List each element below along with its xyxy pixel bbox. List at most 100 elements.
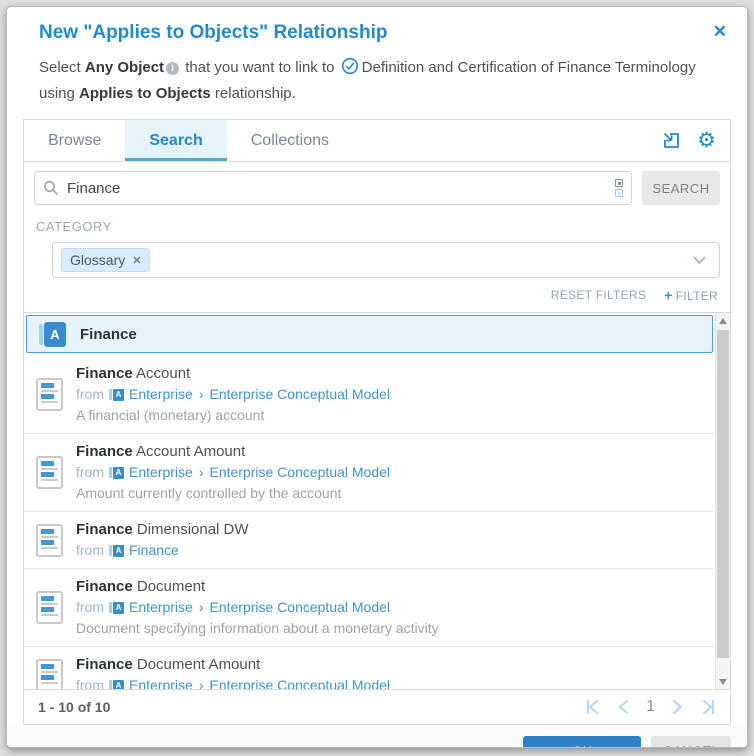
result-row[interactable]: Finance AccountfromAEnterprise›Enterpris… [24,356,715,434]
chip-remove-icon[interactable]: ✕ [132,254,141,267]
breadcrumb-link[interactable]: Enterprise Conceptual Model [209,675,390,689]
results-list: AFinanceFinance AccountfromAEnterprise›E… [24,315,715,689]
result-row[interactable]: Finance Document Amountfrom A Enterprise › E… [24,647,715,689]
category-chip-label: Glossary [70,252,125,268]
scroll-down-icon[interactable] [716,674,730,689]
first-page-icon[interactable] [585,699,600,715]
dialog-title: New "Applies to Objects" Relationship [39,22,387,44]
glossary-mini-icon: A [109,545,124,557]
term-document-icon [36,378,63,411]
breadcrumb-separator: › [198,597,205,618]
tab-bar: Browse Search Collections ⚙ [24,120,730,162]
tab-collections[interactable]: Collections [227,120,353,161]
result-breadcrumb: fromAEnterprise›Enterprise Conceptual Mo… [76,384,390,405]
category-label: CATEGORY [36,219,720,234]
result-text: Finance DocumentfromAEnterprise›Enterpri… [76,576,439,639]
result-row[interactable]: Finance Dimensional DWfrom A Finance [24,512,715,569]
close-icon[interactable]: ✕ [713,22,727,42]
chevron-down-icon[interactable] [692,255,707,265]
term-document-icon [36,659,63,690]
prev-page-icon[interactable] [617,699,629,715]
result-title: Finance Dimensional DW [76,519,249,540]
tab-search[interactable]: Search [125,120,226,161]
result-breadcrumb: from A Finance [76,540,249,561]
intro-using-text: using [39,85,79,102]
search-box [34,171,632,205]
intro-any-object: Any Object [85,59,164,76]
category-select[interactable]: Glossary ✕ [52,242,720,278]
plus-icon: + [664,287,672,303]
result-text: Finance Dimensional DWfrom A Finance [76,519,249,561]
scrollbar-thumb[interactable] [717,330,729,658]
info-icon[interactable]: i [166,62,179,75]
dialog-header: New "Applies to Objects" Relationship ✕ [7,7,747,44]
certified-check-icon [341,57,359,75]
intro-link-text: that you want to link to [181,59,339,76]
breadcrumb-link[interactable]: Finance [129,540,179,561]
glossary-mini-icon: A [109,467,124,479]
next-page-icon[interactable] [672,699,684,715]
current-page[interactable]: 1 [646,698,655,716]
tab-bar-actions: ⚙ [661,120,730,161]
breadcrumb-link[interactable]: Enterprise [129,675,193,689]
result-text: Finance Document Amountfrom A Enterprise › E… [76,654,390,689]
result-title: Finance Document Amount [76,654,390,675]
result-title: Finance Account Amount [76,441,390,462]
search-icon [43,180,59,196]
glossary-mini-icon: A [109,389,124,401]
object-picker-panel: Browse Search Collections ⚙ SEARCH CATEG… [23,119,731,725]
result-text: Finance AccountfromAEnterprise›Enterpris… [76,363,390,426]
search-scope-icon[interactable] [615,179,623,197]
result-breadcrumb: from A Enterprise›Enterprise Conceptual Mo… [76,462,390,483]
glossary-icon: A [39,322,66,347]
from-label: from [76,462,104,483]
pager: 1 [585,698,716,716]
ok-button[interactable]: OK [523,736,641,748]
category-section: CATEGORY Glossary ✕ [24,214,730,278]
breadcrumb-separator: › [198,462,205,483]
result-row[interactable]: Finance DocumentfromAEnterprise›Enterpri… [24,569,715,647]
breadcrumb-link[interactable]: Enterprise [129,597,193,618]
pagination-bar: 1 - 10 of 10 1 [24,689,730,724]
result-description: A financial (monetary) account [76,405,390,426]
breadcrumb-link[interactable]: Enterprise Conceptual Model [209,462,390,483]
glossary-mini-icon: A [109,602,124,614]
tab-browse[interactable]: Browse [24,120,125,161]
result-row[interactable]: Finance Account Amountfrom A Enterprise›En… [24,434,715,512]
search-row: SEARCH [24,162,730,214]
result-description: Document specifying information about a … [76,618,439,639]
cancel-button[interactable]: CANCEL [651,736,731,748]
search-button[interactable]: SEARCH [642,171,720,205]
import-arrow-icon[interactable] [661,130,682,151]
breadcrumb-link[interactable]: Enterprise [129,384,193,405]
from-label: from [76,675,104,689]
intro-relationship-type: Applies to Objects [79,85,211,102]
last-page-icon[interactable] [701,699,716,715]
breadcrumb-link[interactable]: Enterprise [129,462,193,483]
new-relationship-dialog: New "Applies to Objects" Relationship ✕ … [6,6,748,748]
results-scrollbar[interactable] [715,313,730,689]
breadcrumb-link[interactable]: Enterprise Conceptual Model [209,597,390,618]
results-count: 1 - 10 of 10 [38,699,110,715]
scroll-up-icon[interactable] [716,313,730,328]
search-results: AFinanceFinance AccountfromAEnterprise›E… [24,312,730,689]
add-filter-link[interactable]: +FILTER [664,287,718,303]
term-document-icon [36,524,63,557]
result-title: Finance Account [76,363,390,384]
reset-filters-link[interactable]: RESET FILTERS [551,288,646,302]
breadcrumb-separator: › [198,675,205,689]
result-row-selected[interactable]: AFinance [26,315,713,353]
filters-row: RESET FILTERS +FILTER [24,278,730,312]
category-chip: Glossary ✕ [61,248,150,272]
term-document-icon [36,591,63,624]
search-input[interactable] [67,180,615,197]
glossary-mini-icon: A [109,680,124,690]
settings-gear-icon[interactable]: ⚙ [697,130,716,151]
result-description: Amount currently controlled by the accou… [76,483,390,504]
breadcrumb-link[interactable]: Enterprise Conceptual Model [209,384,390,405]
result-title: Finance Document [76,576,439,597]
result-breadcrumb: from A Enterprise › Enterprise Conceptual Mo… [76,675,390,689]
term-document-icon [36,456,63,489]
dialog-description: Select Any Objecti that you want to link… [7,44,747,107]
from-label: from [76,540,104,561]
